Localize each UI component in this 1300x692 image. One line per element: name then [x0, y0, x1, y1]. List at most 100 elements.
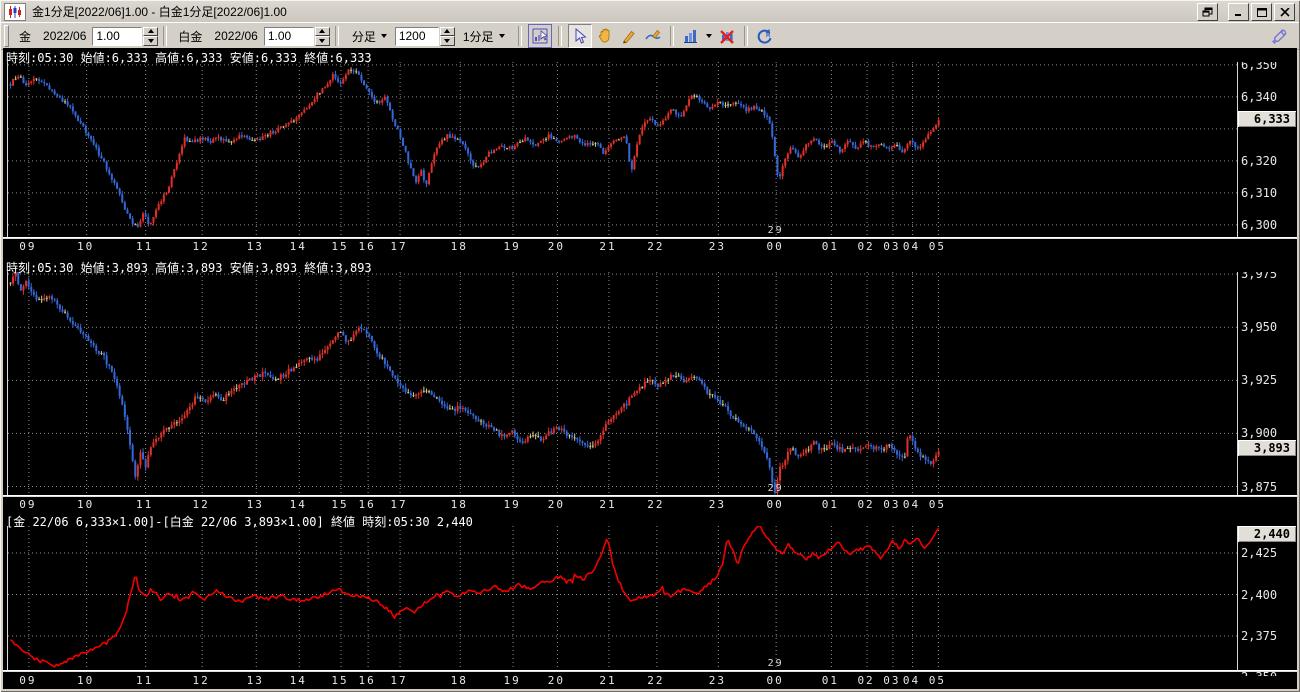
- x-axis-label: 01: [821, 498, 840, 511]
- x-axis-label: 02: [857, 240, 875, 253]
- x-axis-label: 20: [547, 674, 565, 687]
- x-axis-label: 13: [246, 498, 264, 511]
- axis-separator: [3, 670, 1297, 672]
- x-axis-label: 12: [192, 674, 210, 687]
- toolbar-separator: [743, 26, 748, 46]
- x-axis-label: 16: [358, 240, 376, 253]
- toolbar-grip[interactable]: [4, 25, 9, 47]
- y-axis-label: 3,975: [1241, 272, 1278, 282]
- chart-type-icon[interactable]: [680, 25, 702, 47]
- toolbar-separator: [334, 26, 339, 46]
- minimize-button[interactable]: [1228, 3, 1249, 21]
- pan-hand-icon[interactable]: [594, 25, 616, 47]
- candlestick-app-icon: [4, 2, 26, 21]
- spread-chart-section: [金 22/06 6,333×1.00]-[白金 22/06 3,893×1.0…: [3, 512, 1297, 689]
- date-label: 29: [767, 658, 784, 669]
- x-axis-label: 17: [390, 498, 408, 511]
- last-price-label: 3,893: [1238, 440, 1296, 457]
- spread-y-axis: 2,4252,4002,3752,3502,440: [1237, 526, 1297, 676]
- x-axis-label: 18: [450, 498, 468, 511]
- window-title: 金1分足[2022/06]1.00 - 白金1分足[2022/06]1.00: [32, 5, 287, 19]
- toolbar-separator: [669, 26, 674, 46]
- interval-dropdown[interactable]: 分足: [348, 26, 391, 47]
- x-axis-label: 11: [136, 674, 154, 687]
- x-axis-label: 10: [77, 674, 95, 687]
- delete-chart-icon[interactable]: [716, 25, 738, 47]
- x-axis-label: 14: [289, 240, 307, 253]
- svg-text:R: R: [766, 33, 771, 39]
- charts-area: 時刻:05:30 始値:6,333 高値:6,333 安値:6,333 終値:6…: [3, 48, 1297, 689]
- x-axis-label: 10: [77, 498, 95, 511]
- y-axis-label: 6,310: [1241, 185, 1278, 200]
- y-axis-label: 6,320: [1241, 153, 1278, 168]
- close-button[interactable]: [1274, 3, 1295, 21]
- x-axis-label: 18: [450, 674, 468, 687]
- platinum-chart-section: 時刻:05:30 始値:3,893 高値:3,893 安値:3,893 終値:3…: [3, 255, 1297, 512]
- bar-count-spinner[interactable]: [439, 26, 455, 46]
- x-axis-label: 20: [547, 240, 565, 253]
- refresh-icon[interactable]: R: [754, 25, 776, 47]
- platinum-info-bar: 時刻:05:30 始値:3,893 高値:3,893 安値:3,893 終値:3…: [6, 261, 372, 275]
- platinum-ratio-spinner[interactable]: [314, 26, 330, 46]
- platinum-x-axis: 09 10 11 12 13 14 15 16 17 18 19 20 21 22 23 00 01 02 03 04…: [7, 498, 1236, 512]
- x-axis-label: 18: [450, 240, 468, 253]
- x-axis-label: 19: [503, 674, 521, 687]
- x-axis-label: 23: [708, 240, 726, 253]
- toolbar: 金 2022/06 白金 2022/06 分足 1分足: [1, 22, 1299, 50]
- x-axis-label: 12: [192, 498, 210, 511]
- x-axis-label: 11: [136, 240, 154, 253]
- spread-plot[interactable]: 29: [7, 526, 1238, 670]
- chart-type-dropdown-arrow-icon[interactable]: [704, 25, 714, 47]
- chart-window: 金1分足[2022/06]1.00 - 白金1分足[2022/06]1.00 金…: [0, 0, 1300, 692]
- x-axis-label: 13: [246, 240, 264, 253]
- x-axis-label: 09: [19, 674, 37, 687]
- y-axis-label: 3,950: [1241, 320, 1278, 335]
- x-axis-label: 00: [766, 498, 784, 511]
- x-axis-label: 02: [857, 674, 875, 687]
- y-axis-label: 2,375: [1241, 628, 1278, 643]
- x-axis-label: 23: [708, 498, 726, 511]
- pointer-tool-icon[interactable]: [567, 24, 592, 48]
- gold-ratio-spinner[interactable]: [143, 26, 159, 46]
- x-axis-label: 05: [928, 240, 946, 253]
- spread-info-bar: [金 22/06 6,333×1.00]-[白金 22/06 3,893×1.0…: [6, 515, 473, 529]
- cascade-windows-button[interactable]: [1197, 3, 1218, 21]
- settings-wrench-icon[interactable]: [1268, 25, 1290, 47]
- track-cursor-icon[interactable]: [527, 24, 552, 48]
- x-axis-label: 00: [766, 240, 784, 253]
- maximize-button[interactable]: [1251, 3, 1272, 21]
- x-axis-label: 02: [857, 498, 875, 511]
- y-axis-label: 3,900: [1241, 426, 1278, 441]
- x-axis-label: 04: [902, 674, 921, 687]
- y-axis-label: 3,875: [1241, 479, 1278, 494]
- x-axis-label: 16: [358, 674, 376, 687]
- curve-pen-icon[interactable]: [642, 25, 664, 47]
- platinum-month-label[interactable]: 2022/06: [214, 29, 257, 43]
- x-axis-label: 14: [289, 498, 307, 511]
- last-price-label: 6,333: [1238, 111, 1296, 128]
- platinum-plot[interactable]: 29: [7, 272, 1238, 495]
- x-axis-label: 13: [246, 674, 264, 687]
- date-label: 29: [767, 225, 784, 236]
- toolbar-separator: [557, 26, 562, 46]
- timeframe-dropdown[interactable]: 1分足: [459, 26, 509, 47]
- bar-count-input[interactable]: [394, 26, 439, 46]
- spread-x-axis: 09 10 11 12 13 14 15 16 17 18 19 20 21 22 23 00 01 02 03 04…: [7, 674, 1236, 689]
- gold-month-label[interactable]: 2022/06: [43, 29, 86, 43]
- x-axis-label: 11: [136, 498, 154, 511]
- x-axis-label: 09: [19, 240, 37, 253]
- platinum-ratio-input[interactable]: [263, 26, 314, 46]
- gold-plot[interactable]: 29: [7, 62, 1238, 237]
- x-axis-label: 03: [883, 674, 901, 687]
- pencil-draw-icon[interactable]: [618, 25, 640, 47]
- x-axis-label: 21: [599, 674, 617, 687]
- gold-ratio-input[interactable]: [92, 26, 143, 46]
- axis-separator: [3, 495, 1297, 497]
- x-axis-label: 14: [289, 674, 307, 687]
- x-axis-label: 21: [599, 498, 617, 511]
- last-price-label: 2,440: [1238, 526, 1296, 542]
- gold-chart-section: 時刻:05:30 始値:6,333 高値:6,333 安値:6,333 終値:6…: [3, 48, 1297, 255]
- x-axis-label: 00: [766, 674, 784, 687]
- x-axis-label: 03: [883, 498, 901, 511]
- x-axis-label: 12: [192, 240, 210, 253]
